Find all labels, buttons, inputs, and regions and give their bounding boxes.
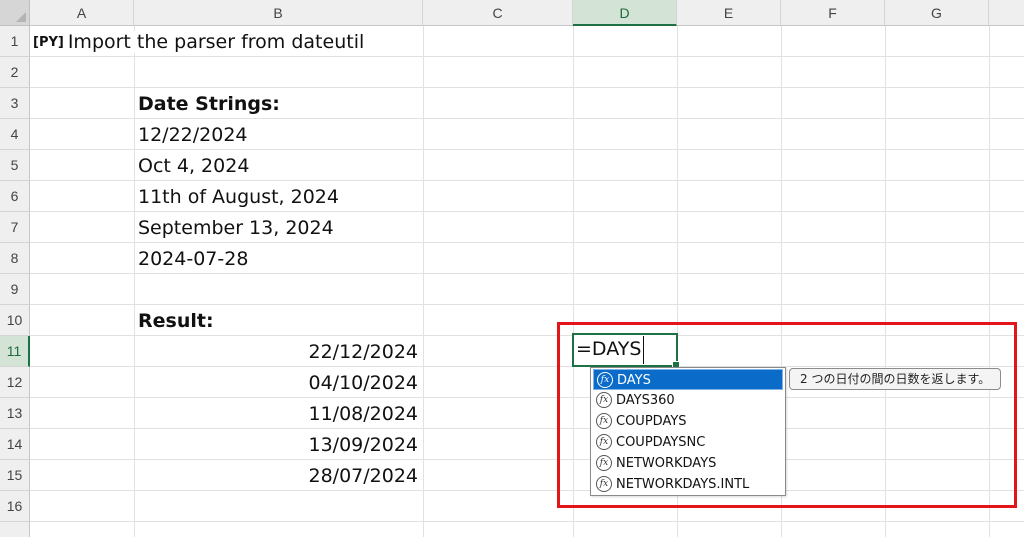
row-header-3[interactable]: 3	[0, 88, 30, 119]
gridline	[30, 87, 1024, 88]
cell-b8[interactable]: 2024-07-28	[138, 248, 248, 270]
function-fx-icon: fx	[596, 475, 612, 492]
select-all-corner[interactable]	[0, 0, 30, 26]
column-header-f[interactable]: F	[781, 0, 885, 26]
cell-b15[interactable]: 28/07/2024	[134, 465, 418, 487]
column-header-b[interactable]: B	[134, 0, 423, 26]
column-header-h[interactable]	[989, 0, 1024, 26]
cell-b5[interactable]: Oct 4, 2024	[138, 155, 249, 177]
row-header-12[interactable]: 12	[0, 367, 30, 398]
cell-b7[interactable]: September 13, 2024	[138, 217, 334, 239]
autocomplete-item-days[interactable]: fx DAYS	[593, 369, 783, 390]
function-description-tooltip: 2 つの日付の間の日数を返します。	[789, 368, 1002, 390]
cell-formula-input[interactable]: =DAYS	[576, 338, 641, 360]
row-header-5[interactable]: 5	[0, 150, 30, 181]
autocomplete-item-networkdays[interactable]: fx NETWORKDAYS	[593, 453, 783, 474]
row-header-6[interactable]: 6	[0, 181, 30, 212]
formula-autocomplete-list[interactable]: fx DAYS fx DAYS360 fx COUPDAYS fx COUPDAYSNC…	[590, 367, 786, 496]
gridline	[30, 521, 1024, 522]
cell-b14[interactable]: 13/09/2024	[134, 434, 418, 456]
row-header-7[interactable]: 7	[0, 212, 30, 243]
row-header-9[interactable]: 9	[0, 274, 30, 305]
gridline	[134, 26, 135, 537]
function-fx-icon: fx	[596, 433, 612, 450]
function-fx-icon: fx	[596, 412, 612, 429]
function-fx-icon: fx	[597, 371, 613, 388]
cell-b13[interactable]: 11/08/2024	[134, 403, 418, 425]
cell-b11[interactable]: 22/12/2024	[134, 341, 418, 363]
column-header-e[interactable]: E	[677, 0, 781, 26]
text-caret	[643, 336, 644, 364]
gridline	[30, 273, 1024, 274]
row-header-13[interactable]: 13	[0, 398, 30, 429]
gridline	[423, 26, 424, 537]
python-badge-icon: [PY]	[33, 35, 64, 50]
autocomplete-item-days360[interactable]: fx DAYS360	[593, 390, 783, 411]
cell-b6[interactable]: 11th of August, 2024	[138, 186, 339, 208]
gridline	[30, 149, 1024, 150]
row-header-8[interactable]: 8	[0, 243, 30, 274]
row-header-17[interactable]	[0, 522, 30, 537]
column-header-a[interactable]: A	[30, 0, 134, 26]
cell-b10[interactable]: Result:	[138, 310, 214, 332]
gridline	[30, 242, 1024, 243]
row-header-15[interactable]: 15	[0, 460, 30, 491]
gridline	[30, 118, 1024, 119]
cell-b3[interactable]: Date Strings:	[138, 93, 280, 115]
column-header-d[interactable]: D	[573, 0, 677, 26]
column-header-g[interactable]: G	[885, 0, 989, 26]
cell-a1-text: Import the parser from dateutil	[67, 31, 365, 53]
gridline	[30, 180, 1024, 181]
autocomplete-item-networkdays-intl[interactable]: fx NETWORKDAYS.INTL	[593, 474, 783, 495]
cell-b12[interactable]: 04/10/2024	[134, 372, 418, 394]
column-header-c[interactable]: C	[423, 0, 573, 26]
row-header-10[interactable]: 10	[0, 305, 30, 336]
row-header-14[interactable]: 14	[0, 429, 30, 460]
autocomplete-item-coupdays[interactable]: fx COUPDAYS	[593, 411, 783, 432]
gridline	[30, 56, 1024, 57]
cell-b4[interactable]: 12/22/2024	[138, 124, 248, 146]
row-header-11[interactable]: 11	[0, 336, 30, 367]
function-fx-icon: fx	[596, 454, 612, 471]
gridline	[30, 211, 1024, 212]
row-header-4[interactable]: 4	[0, 119, 30, 150]
row-header-1[interactable]: 1	[0, 26, 30, 57]
gridline	[30, 304, 1024, 305]
autocomplete-item-coupdaysnc[interactable]: fx COUPDAYSNC	[593, 432, 783, 453]
function-fx-icon: fx	[596, 391, 612, 408]
cell-a1[interactable]: [PY] Import the parser from dateutil	[33, 31, 371, 53]
row-header-16[interactable]: 16	[0, 491, 30, 522]
row-header-2[interactable]: 2	[0, 57, 30, 88]
